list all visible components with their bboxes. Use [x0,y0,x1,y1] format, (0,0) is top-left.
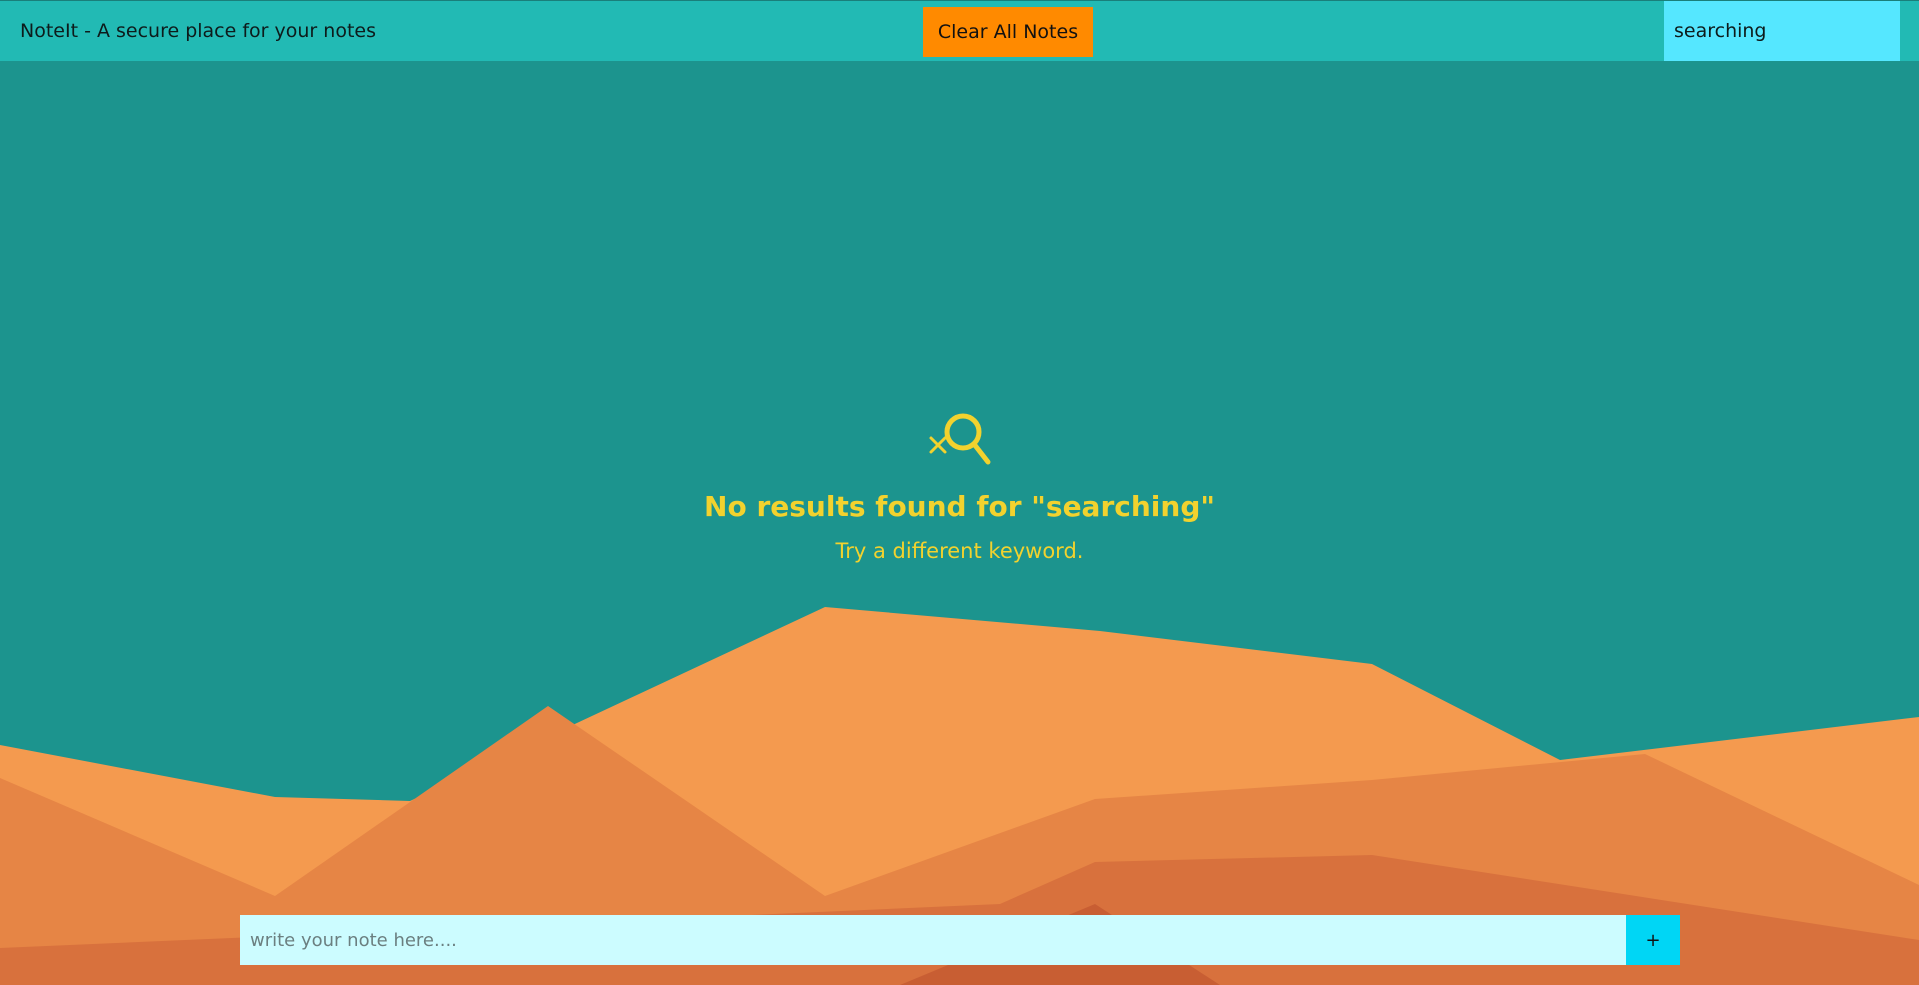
search-no-results-icon [929,413,990,465]
app-title: NoteIt - A secure place for your notes [20,20,376,42]
note-input[interactable] [240,915,1626,965]
empty-state: No results found for "searching" Try a d… [0,410,1919,563]
top-bar: NoteIt - A secure place for your notes C… [0,0,1919,61]
no-results-subtitle: Try a different keyword. [835,539,1084,563]
note-composer: + [240,915,1680,965]
search-input[interactable] [1664,1,1900,61]
add-note-button[interactable]: + [1626,915,1680,965]
clear-all-notes-button[interactable]: Clear All Notes [923,7,1093,57]
no-results-title: No results found for "searching" [704,490,1215,523]
